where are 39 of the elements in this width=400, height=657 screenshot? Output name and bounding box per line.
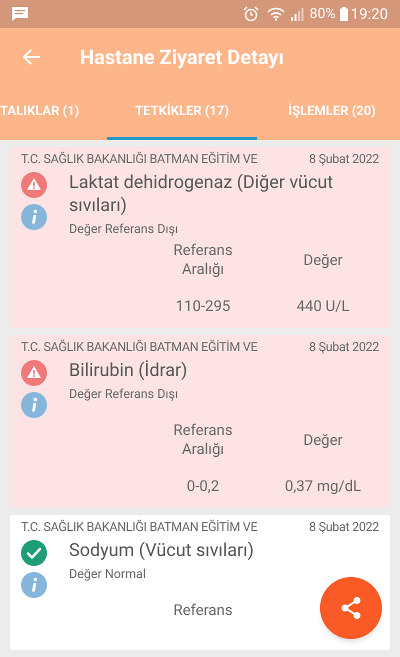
warning-icon xyxy=(21,172,47,198)
table-cell: 440 U/L xyxy=(296,297,350,316)
check-icon xyxy=(21,540,47,566)
table-cell: 0,37 mg/dL xyxy=(284,477,362,496)
column-header: Referans Aralığı xyxy=(172,241,234,279)
column-header: Değer xyxy=(303,250,343,270)
info-icon[interactable] xyxy=(21,572,47,598)
test-name: Laktat dehidrogenaz (Diğer vücut sıvıları) xyxy=(69,171,334,217)
share-icon xyxy=(340,596,362,620)
hospital-name: T.C. SAĞLIK BAKANLIĞI BATMAN EĞİTİM VE xyxy=(21,340,258,356)
table-cell: 0-0,2 xyxy=(186,477,220,496)
result-card[interactable]: T.C. SAĞLIK BAKANLIĞI BATMAN EĞİTİM VE 8 Şubat 2022 Sodyum (Vücut sıvıları) Değer Normal Referans xyxy=(10,515,390,650)
result-card[interactable]: T.C. SAĞLIK BAKANLIĞI BATMAN EĞİTİM VE 8 Şubat 2022 Laktat dehidrogenaz (Diğer vücut sıvıları) Değer Referans Dışı Referans Aralığı Değer 110-295 440 U/L xyxy=(10,147,390,328)
battery-icon xyxy=(340,7,348,21)
alarm-icon xyxy=(242,6,259,22)
info-icon[interactable] xyxy=(21,204,47,230)
result-card[interactable]: T.C. SAĞLIK BAKANLIĞI BATMAN EĞİTİM VE 8 Şubat 2022 Bilirubin (İdrar) Değer Referans Dışı Referans Aralığı Değer 0-0,2 0,37 mg/dL xyxy=(10,335,390,508)
hospital-name: T.C. SAĞLIK BAKANLIĞI BATMAN EĞİTİM VE xyxy=(21,520,258,536)
date-label: 8 Şubat 2022 xyxy=(309,340,379,356)
date-label: 8 Şubat 2022 xyxy=(309,520,379,536)
back-arrow-icon xyxy=(23,49,41,65)
wifi-icon xyxy=(266,7,285,21)
status-text: Değer Referans Dışı xyxy=(69,222,180,238)
clock-time: 19:20 xyxy=(350,4,388,25)
test-name: Sodyum (Vücut sıvıları) xyxy=(69,539,255,562)
hospital-name: T.C. SAĞLIK BAKANLIĞI BATMAN EĞİTİM VE xyxy=(21,152,258,168)
test-name: Bilirubin (İdrar) xyxy=(69,359,188,382)
info-icon[interactable] xyxy=(21,392,47,418)
warning-icon xyxy=(21,360,47,386)
column-header: Değer xyxy=(303,430,343,450)
screen-title: Hastane Ziyaret Detayı xyxy=(80,44,284,71)
message-icon xyxy=(12,7,28,21)
column-header: Referans xyxy=(172,601,234,620)
battery-percent: 80% xyxy=(310,4,336,24)
column-header: Referans Aralığı xyxy=(172,421,234,459)
date-label: 8 Şubat 2022 xyxy=(309,152,379,168)
status-text: Değer Normal xyxy=(69,567,147,583)
status-text: Değer Referans Dışı xyxy=(69,387,180,403)
table-cell: 110-295 xyxy=(176,297,230,316)
